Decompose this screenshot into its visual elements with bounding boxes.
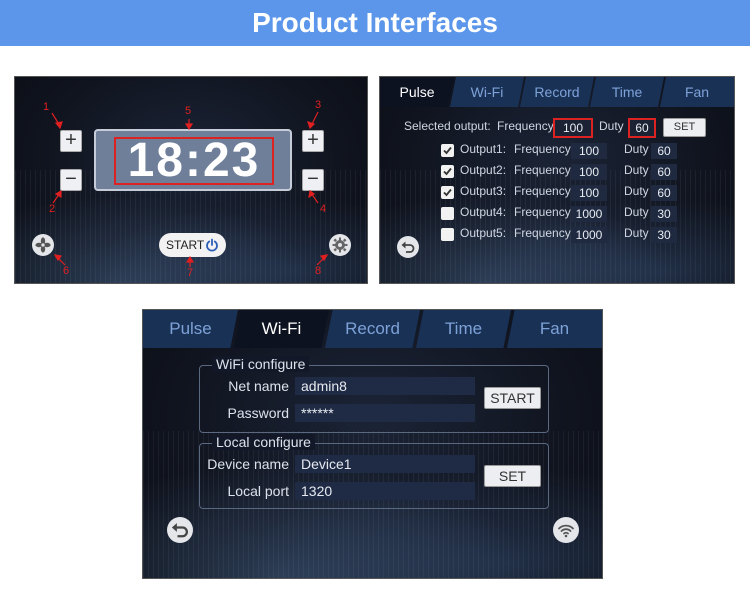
output-name: Output5: bbox=[460, 226, 507, 240]
tab-wifi[interactable]: Wi-Fi bbox=[234, 310, 329, 348]
output-frequency-value[interactable]: 100 bbox=[571, 185, 607, 201]
output-row: Output2: Frequency 100 Duty 60 bbox=[380, 163, 734, 181]
tab-fan[interactable]: Fan bbox=[660, 77, 734, 107]
output-frequency-label: Frequency bbox=[514, 163, 571, 177]
selected-frequency-input[interactable]: 100 bbox=[553, 118, 593, 138]
output-frequency-value[interactable]: 1000 bbox=[571, 206, 607, 222]
wifi-screen: Pulse Wi-Fi Record Time Fan WiFi configu… bbox=[142, 309, 603, 579]
tab-record[interactable]: Record bbox=[325, 310, 420, 348]
output-duty-label: Duty bbox=[624, 163, 649, 177]
output-name: Output4: bbox=[460, 205, 507, 219]
output-frequency-value[interactable]: 100 bbox=[571, 164, 607, 180]
output-duty-value[interactable]: 30 bbox=[651, 227, 677, 243]
local-configure-group: Local configure Device name Device1 Loca… bbox=[199, 434, 549, 509]
output-name: Output1: bbox=[460, 142, 507, 156]
wifi-configure-legend: WiFi configure bbox=[212, 356, 310, 372]
wifi-button[interactable] bbox=[553, 517, 579, 543]
output-frequency-label: Frequency bbox=[514, 142, 571, 156]
tab-pulse[interactable]: Pulse bbox=[380, 77, 454, 107]
local-configure-legend: Local configure bbox=[212, 434, 315, 450]
back-button[interactable] bbox=[167, 517, 193, 543]
output-checkbox[interactable] bbox=[441, 144, 454, 157]
wifi-start-button[interactable]: START bbox=[484, 387, 541, 409]
frequency-label: Frequency bbox=[497, 119, 554, 133]
net-name-input[interactable]: admin8 bbox=[295, 377, 475, 395]
annotation-arrows bbox=[51, 111, 329, 267]
wifi-configure-group: WiFi configure Net name admin8 Password … bbox=[199, 356, 549, 433]
selected-duty-input[interactable]: 60 bbox=[628, 118, 656, 138]
password-input[interactable]: ****** bbox=[295, 404, 475, 422]
local-port-label: Local port bbox=[227, 483, 289, 499]
output-duty-value[interactable]: 60 bbox=[651, 164, 677, 180]
duty-label: Duty bbox=[599, 119, 624, 133]
tab-time[interactable]: Time bbox=[416, 310, 511, 348]
output-checkbox[interactable] bbox=[441, 165, 454, 178]
set-button[interactable]: SET bbox=[663, 118, 706, 137]
output-duty-value[interactable]: 60 bbox=[651, 143, 677, 159]
output-checkbox[interactable] bbox=[441, 186, 454, 199]
password-label: Password bbox=[227, 405, 289, 421]
check-icon bbox=[443, 188, 452, 197]
tab-fan[interactable]: Fan bbox=[507, 310, 602, 348]
output-duty-value[interactable]: 60 bbox=[651, 185, 677, 201]
selected-output-row: Selected output: Frequency 100 Duty 60 S… bbox=[380, 118, 734, 138]
output-checkbox[interactable] bbox=[441, 207, 454, 220]
local-set-button[interactable]: SET bbox=[484, 465, 541, 487]
output-frequency-value[interactable]: 1000 bbox=[571, 227, 607, 243]
output-frequency-label: Frequency bbox=[514, 184, 571, 198]
output-duty-label: Duty bbox=[624, 142, 649, 156]
selected-output-label: Selected output: bbox=[404, 119, 491, 133]
output-name: Output3: bbox=[460, 184, 507, 198]
back-button[interactable] bbox=[397, 236, 419, 258]
local-port-input[interactable]: 1320 bbox=[295, 482, 475, 500]
tab-wifi[interactable]: Wi-Fi bbox=[450, 77, 524, 107]
device-name-label: Device name bbox=[207, 456, 289, 472]
output-duty-label: Duty bbox=[624, 184, 649, 198]
output-row: Output1: Frequency 100 Duty 60 bbox=[380, 142, 734, 160]
tab-bar: Pulse Wi-Fi Record Time Fan bbox=[380, 77, 734, 107]
wifi-icon bbox=[558, 524, 574, 538]
device-name-input[interactable]: Device1 bbox=[295, 455, 475, 473]
check-icon bbox=[443, 167, 452, 176]
output-frequency-label: Frequency bbox=[514, 205, 571, 219]
tab-pulse[interactable]: Pulse bbox=[143, 310, 238, 348]
tab-time[interactable]: Time bbox=[590, 77, 664, 107]
net-name-label: Net name bbox=[228, 378, 289, 394]
output-duty-value[interactable]: 30 bbox=[651, 206, 677, 222]
back-arrow-icon bbox=[401, 241, 415, 253]
output-name: Output2: bbox=[460, 163, 507, 177]
output-checkbox[interactable] bbox=[441, 228, 454, 241]
banner-title: Product Interfaces bbox=[0, 0, 750, 46]
output-row: Output5: Frequency 1000 Duty 30 bbox=[380, 226, 734, 244]
output-duty-label: Duty bbox=[624, 226, 649, 240]
check-icon bbox=[443, 146, 452, 155]
pulse-screen: Pulse Wi-Fi Record Time Fan Selected out… bbox=[379, 76, 735, 284]
output-row: Output4: Frequency 1000 Duty 30 bbox=[380, 205, 734, 223]
output-row: Output3: Frequency 100 Duty 60 bbox=[380, 184, 734, 202]
output-duty-label: Duty bbox=[624, 205, 649, 219]
tab-bar: Pulse Wi-Fi Record Time Fan bbox=[143, 310, 602, 348]
output-frequency-value[interactable]: 100 bbox=[571, 143, 607, 159]
back-arrow-icon bbox=[171, 523, 188, 538]
clock-screen: + − + − 18:23 1 2 3 4 5 6 7 8 START bbox=[14, 76, 368, 284]
tab-record[interactable]: Record bbox=[520, 77, 594, 107]
output-frequency-label: Frequency bbox=[514, 226, 571, 240]
